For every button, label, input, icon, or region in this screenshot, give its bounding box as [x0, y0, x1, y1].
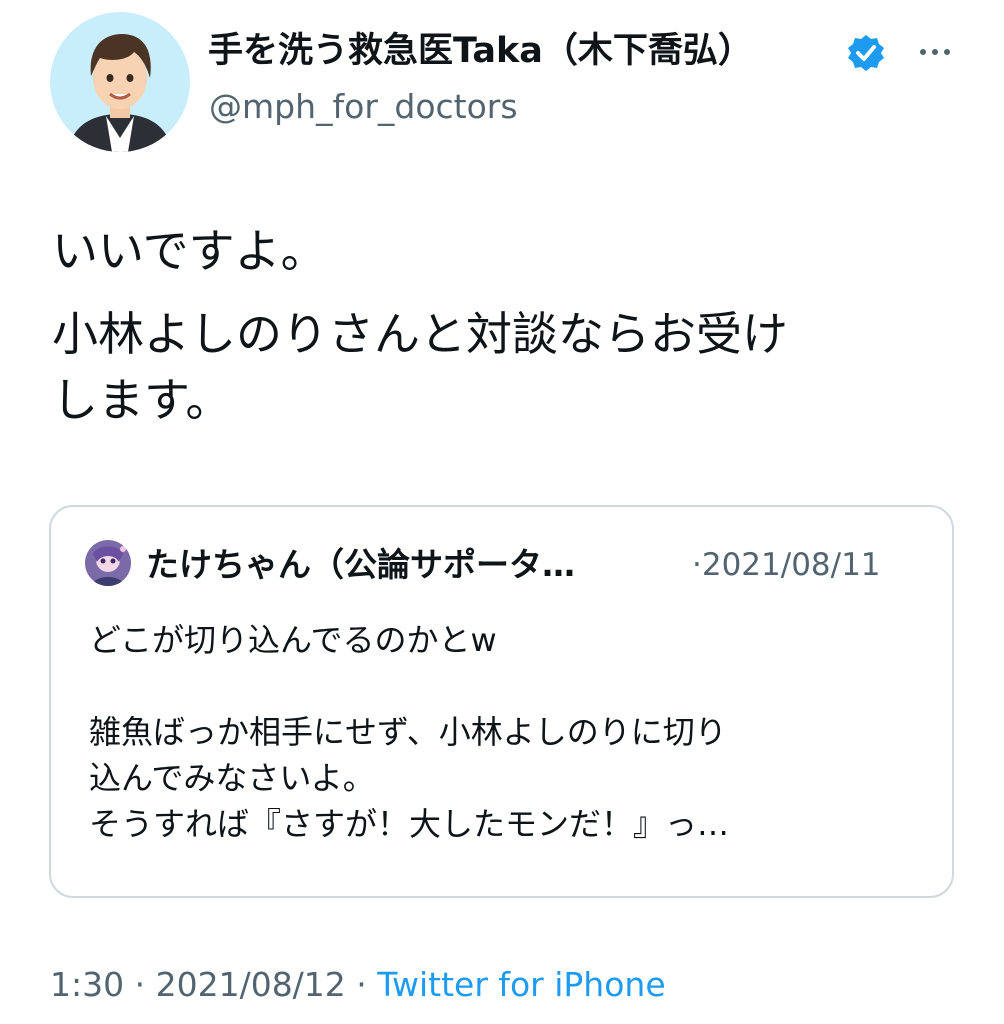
tweet-time[interactable]: 1:30: [50, 965, 124, 1004]
quoted-date: ·2021/08/11: [692, 547, 881, 583]
tweet-line: します。: [52, 373, 232, 427]
tweet-paragraph: 小林よしのりさんと対談ならお受け します。: [52, 301, 952, 433]
more-options-icon[interactable]: [915, 37, 955, 67]
anime-avatar-icon: [85, 540, 131, 586]
tweet-text: いいですよ。 小林よしのりさんと対談ならお受け します。: [52, 218, 952, 450]
author-handle[interactable]: @mph_for_doctors: [209, 90, 518, 123]
quoted-author-avatar: [85, 540, 131, 586]
quoted-author-name: たけちゃん（公論サポータ…: [146, 545, 575, 584]
footer-separator: ·: [124, 965, 156, 1004]
quoted-line: 込んでみなさいよ。: [89, 759, 375, 797]
illustrated-avatar-icon: [50, 12, 190, 152]
quoted-blank-line: [89, 663, 919, 709]
quoted-line: 雑魚ばっか相手にせず、小林よしのりに切り: [89, 713, 727, 751]
author-display-name[interactable]: 手を洗う救急医Taka（木下喬弘）: [208, 34, 753, 69]
author-avatar[interactable]: [50, 12, 190, 152]
tweet-paragraph: いいですよ。: [52, 224, 327, 278]
footer-separator: ·: [345, 965, 378, 1004]
quoted-tweet-card[interactable]: たけちゃん（公論サポータ… ·2021/08/11 どこが切り込んでるのかとw …: [49, 505, 954, 898]
tweet-line: 小林よしのりさんと対談ならお受け: [52, 307, 788, 361]
verified-badge-icon: [848, 35, 884, 71]
tweet-footer: 1:30 · 2021/08/12 · Twitter for iPhone: [50, 968, 666, 1001]
tweet-date[interactable]: 2021/08/12: [156, 965, 346, 1004]
quoted-text: どこが切り込んでるのかとw 雑魚ばっか相手にせず、小林よしのりに切り 込んでみな…: [89, 617, 919, 847]
tweet-source-link[interactable]: Twitter for iPhone: [377, 965, 665, 1004]
quoted-line: そうすれば『さすが！大したモンだ！』っ…: [89, 805, 730, 843]
quoted-line: どこが切り込んでるのかとw: [89, 621, 497, 659]
